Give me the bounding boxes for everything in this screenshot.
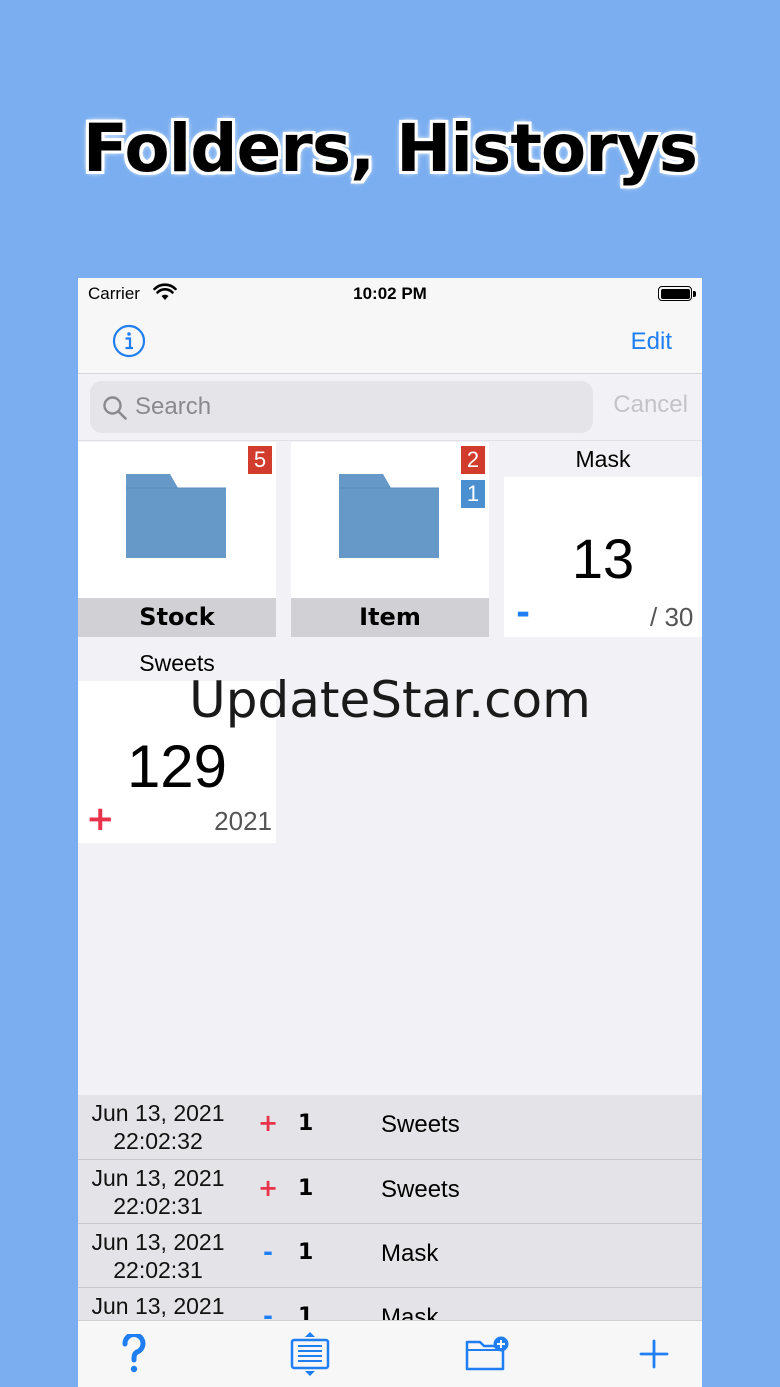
counter-value: 13 bbox=[571, 527, 635, 590]
folder-label: Item bbox=[291, 598, 489, 637]
add-icon bbox=[639, 1339, 669, 1369]
history-count: 1 bbox=[298, 1304, 314, 1320]
search-row: Cancel bbox=[78, 375, 702, 441]
history-count: 1 bbox=[298, 1240, 314, 1265]
increment-button[interactable]: + bbox=[86, 802, 115, 836]
help-icon bbox=[122, 1334, 146, 1373]
history-tab[interactable] bbox=[280, 1329, 340, 1379]
history-row[interactable]: Jun 13, 2021 22:02:32 + 1 Sweets bbox=[78, 1095, 702, 1159]
search-box[interactable] bbox=[90, 381, 593, 433]
history-item-name: Sweets bbox=[381, 1176, 460, 1203]
history-count: 1 bbox=[298, 1176, 314, 1201]
history-row[interactable]: Jun 13, 2021 22:02:31 + 1 Sweets bbox=[78, 1159, 702, 1223]
history-item-name: Sweets bbox=[381, 1111, 460, 1138]
counter-tile-mask[interactable]: Mask 13 - / 30 bbox=[504, 442, 702, 637]
add-tab[interactable] bbox=[624, 1329, 684, 1379]
history-timestamp: Jun 13, 2021 22:02:31 bbox=[91, 1165, 225, 1219]
folder-tile-item[interactable]: 2 1 Item bbox=[291, 442, 489, 637]
history-sign: - bbox=[263, 1238, 273, 1266]
search-icon bbox=[103, 396, 127, 420]
search-input[interactable] bbox=[135, 389, 575, 425]
info-circle-icon[interactable] bbox=[112, 324, 146, 358]
edit-button[interactable]: Edit bbox=[631, 328, 672, 356]
history-count: 1 bbox=[298, 1111, 314, 1136]
navigation-bar: Edit bbox=[78, 310, 702, 374]
phone-screen: Carrier 10:02 PM Edit Cancel bbox=[78, 278, 702, 1387]
cancel-button[interactable]: Cancel bbox=[613, 391, 688, 419]
history-sign: + bbox=[257, 1174, 279, 1202]
counter-title: Mask bbox=[504, 442, 702, 477]
new-folder-icon bbox=[465, 1336, 509, 1371]
history-item-name: Mask bbox=[381, 1304, 439, 1320]
counter-limit: / 30 bbox=[650, 602, 694, 632]
history-timestamp: Jun 13, 2021 22:02:32 bbox=[91, 1100, 225, 1154]
headline: Folders, Historys bbox=[82, 110, 698, 187]
status-time: 10:02 PM bbox=[353, 284, 427, 303]
folder-tile-stock[interactable]: 5 Stock bbox=[78, 442, 276, 637]
counter-value: 129 bbox=[126, 733, 228, 800]
watermark-text: UpdateStar.com bbox=[189, 671, 591, 729]
history-timestamp: Jun 13, 2021 bbox=[91, 1293, 225, 1319]
history-timestamp: Jun 13, 2021 22:02:31 bbox=[91, 1229, 225, 1283]
folder-subfolder-badge: 1 bbox=[461, 480, 485, 508]
history-row[interactable]: Jun 13, 2021 - 1 Mask bbox=[78, 1287, 702, 1320]
counter-date: 2021 bbox=[214, 806, 272, 836]
folder-icon bbox=[339, 474, 439, 558]
folder-count-badge: 2 bbox=[461, 446, 485, 474]
history-item-name: Mask bbox=[381, 1240, 439, 1267]
folder-count-badge: 5 bbox=[248, 446, 272, 474]
folder-icon bbox=[126, 474, 226, 558]
decrement-button[interactable]: - bbox=[516, 596, 530, 630]
status-bar: Carrier 10:02 PM bbox=[78, 278, 702, 310]
folder-label: Stock bbox=[78, 598, 276, 637]
help-tab[interactable] bbox=[104, 1329, 164, 1379]
tab-bar bbox=[78, 1320, 702, 1387]
history-list-icon bbox=[290, 1332, 330, 1376]
history-row[interactable]: Jun 13, 2021 22:02:31 - 1 Mask bbox=[78, 1223, 702, 1287]
history-sign: + bbox=[257, 1109, 279, 1137]
new-folder-tab[interactable] bbox=[458, 1329, 518, 1379]
history-sign: - bbox=[263, 1302, 273, 1320]
history-list[interactable]: Jun 13, 2021 22:02:32 + 1 Sweets Jun 13, … bbox=[78, 1095, 702, 1320]
battery-icon bbox=[658, 286, 696, 301]
